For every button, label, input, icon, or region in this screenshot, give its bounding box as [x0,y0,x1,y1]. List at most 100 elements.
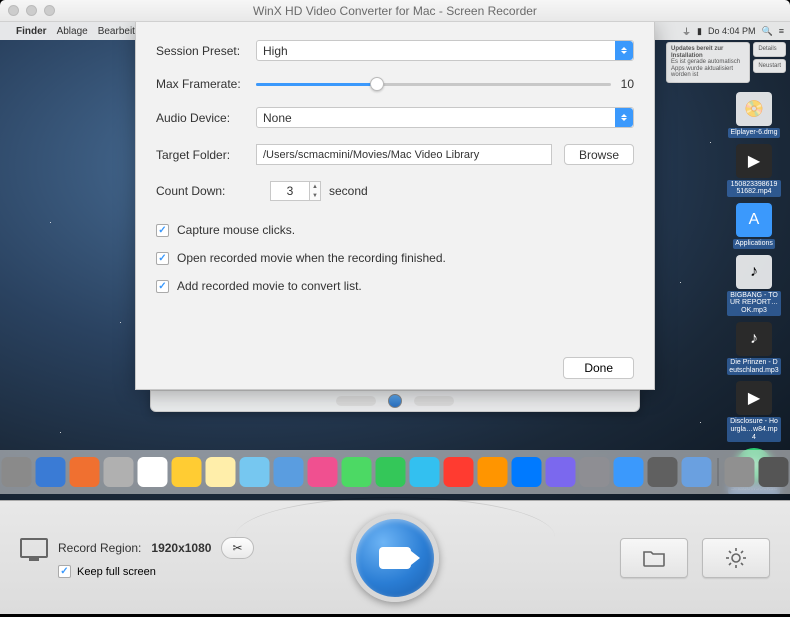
file-label: Elplayer-6.dmg [728,128,779,138]
target-folder-label: Target Folder: [156,148,256,162]
record-region-label: Record Region: [58,541,141,555]
close-window-button[interactable] [8,5,19,16]
audio-device-value: None [263,111,292,125]
window-title: WinX HD Video Converter for Mac - Screen… [0,4,790,18]
notification-title: Updates bereit zur Installation [671,46,723,59]
slider-thumb[interactable] [370,77,384,91]
gear-icon [725,547,747,569]
keep-full-screen-label: Keep full screen [77,566,156,578]
dock-app-icon[interactable] [36,457,66,487]
audio-device-select[interactable]: None [256,107,634,128]
countdown-label: Count Down: [156,184,256,198]
audio-device-label: Audio Device: [156,111,256,125]
zoom-window-button[interactable] [44,5,55,16]
notifications-icon[interactable]: ≡ [779,26,784,36]
file-label: Applications [733,239,775,249]
dock-app-icon[interactable] [172,457,202,487]
file-label: Die Prinzen - Deutschland.mp3 [727,358,781,375]
dock [0,450,790,494]
file-label: Disclosure - Hourgla…w84.mp4 [727,417,781,442]
desktop-file-icon[interactable]: ▶ 15082339861951682.mp4 [727,144,781,197]
capture-clicks-checkbox[interactable]: ✓ [156,224,169,237]
preview-controls [150,390,640,412]
menubar-app[interactable]: Finder [16,26,47,37]
file-label: BIGBANG - TOUR REPORT…OK.mp3 [727,291,781,316]
recorder-control-bar: Record Region: 1920x1080 ✂ ✓ Keep full s… [0,500,790,614]
dock-app-icon[interactable] [478,457,508,487]
menubar-item[interactable]: Ablage [57,26,88,37]
done-button[interactable]: Done [563,357,634,379]
battery-icon[interactable]: ▮ [697,26,702,37]
folder-icon [643,549,665,567]
dock-app-icon[interactable] [308,457,338,487]
scissors-icon: ✂ [232,541,242,555]
window-titlebar: WinX HD Video Converter for Mac - Screen… [0,0,790,22]
countdown-stepper[interactable]: ▲▼ [310,181,321,201]
record-region-value: 1920x1080 [151,541,211,555]
desktop-file-icon[interactable]: ▶Disclosure - Hourgla…w84.mp4 [727,381,781,442]
capture-clicks-label: Capture mouse clicks. [177,223,295,237]
dock-app-icon[interactable] [580,457,610,487]
dock-app-icon[interactable] [70,457,100,487]
settings-button[interactable] [702,538,770,578]
dock-app-icon[interactable] [2,457,32,487]
dock-app-icon[interactable] [682,457,712,487]
file-label: 15082339861951682.mp4 [727,180,781,197]
dock-app-icon[interactable] [444,457,474,487]
notification-action[interactable]: Details [753,42,786,57]
desktop-file-icon[interactable]: ♪Die Prinzen - Deutschland.mp3 [727,322,781,375]
dock-app-icon[interactable] [546,457,576,487]
countdown-field[interactable]: 3 [270,181,310,201]
dock-app-icon[interactable] [512,457,542,487]
browse-button[interactable]: Browse [564,144,634,165]
crop-region-button[interactable]: ✂ [221,537,253,559]
open-recorded-checkbox[interactable]: ✓ [156,252,169,265]
session-preset-label: Session Preset: [156,44,256,58]
keep-full-screen-checkbox[interactable]: ✓ [58,565,71,578]
spotlight-icon[interactable]: 🔍 [762,26,773,37]
dock-app-icon[interactable] [759,457,789,487]
recorder-settings-panel: Session Preset: High Max Framerate: 10 A… [135,22,655,390]
open-folder-button[interactable] [620,538,688,578]
file-icon: ▶ [736,144,772,178]
dock-app-icon[interactable] [138,457,168,487]
record-button[interactable] [351,514,439,602]
file-icon: 📀 [736,92,772,126]
preview-play-icon[interactable] [388,394,402,408]
chevron-updown-icon [615,41,633,60]
dock-app-icon[interactable] [614,457,644,487]
file-icon: A [736,203,772,237]
dock-app-icon[interactable] [206,457,236,487]
add-to-convert-checkbox[interactable]: ✓ [156,280,169,293]
file-icon: ♪ [736,255,772,289]
dock-app-icon[interactable] [725,457,755,487]
desktop-file-icon[interactable]: ♪BIGBANG - TOUR REPORT…OK.mp3 [727,255,781,316]
target-folder-field[interactable]: /Users/scmacmini/Movies/Mac Video Librar… [256,144,552,165]
countdown-unit: second [329,184,368,198]
dock-app-icon[interactable] [648,457,678,487]
dock-app-icon[interactable] [410,457,440,487]
max-framerate-slider[interactable] [256,83,611,86]
dock-app-icon[interactable] [274,457,304,487]
minimize-window-button[interactable] [26,5,37,16]
desktop-file-icon[interactable]: 📀 Elplayer-6.dmg [727,92,781,138]
update-notification[interactable]: Updates bereit zur Installation Es ist g… [666,42,786,83]
menubar-clock: Do 4:04 PM [708,26,756,36]
file-icon: ▶ [736,381,772,415]
dock-app-icon[interactable] [342,457,372,487]
desktop-background: Finder Ablage Bearbeiten Darste ⏚ ▮ Do 4… [0,22,790,500]
max-framerate-value: 10 [621,77,634,91]
chevron-updown-icon [615,108,633,127]
traffic-lights [8,5,55,16]
notification-action[interactable]: Neustart [753,59,786,74]
dock-app-icon[interactable] [376,457,406,487]
dock-app-icon[interactable] [240,457,270,487]
desktop-file-icon[interactable]: A Applications [727,203,781,249]
session-preset-select[interactable]: High [256,40,634,61]
notification-body: Es ist gerade automatisch Apps wurde akt… [671,59,740,78]
wifi-icon[interactable]: ⏚ [682,25,691,38]
max-framerate-label: Max Framerate: [156,77,256,91]
dock-app-icon[interactable] [104,457,134,487]
add-to-convert-label: Add recorded movie to convert list. [177,279,362,293]
camera-icon [379,547,411,569]
